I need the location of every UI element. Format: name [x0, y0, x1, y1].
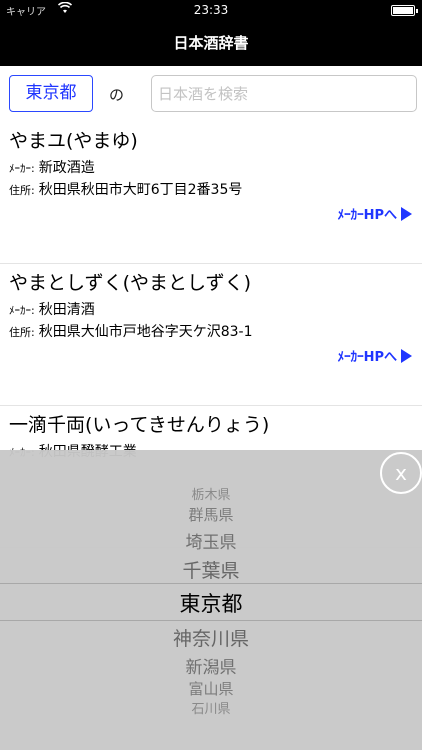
sake-name: やまユ(やまゆ) [9, 130, 138, 152]
address-label: 住所: [9, 184, 35, 197]
picker-option-selected[interactable]: 東京都 [0, 588, 422, 618]
address-label: 住所: [9, 326, 35, 339]
maker-value: 秋田清酒 [38, 302, 95, 318]
play-arrow-icon [401, 207, 412, 221]
search-input[interactable] [151, 75, 417, 112]
picker-selection-top-line [0, 583, 422, 584]
list-item[interactable]: やまユ(やまゆ) ﾒｰｶｰ: 新政酒造 住所: 秋田県秋田市大町6丁目2番35号 ﾒ… [0, 122, 422, 264]
picker-option[interactable]: 富山県 [0, 678, 422, 699]
prefecture-picker-panel: x 栃木県 群馬県 埼玉県 千葉県 東京都 神奈川県 新潟県 富山県 石川県 [0, 450, 422, 750]
maker-value: 新政酒造 [38, 160, 95, 176]
picker-option[interactable]: 千葉県 [0, 556, 422, 583]
address-row: 住所: 秋田県秋田市大町6丁目2番35号 [9, 179, 242, 199]
maker-hp-link-label: ﾒｰｶｰHPへ [337, 350, 397, 365]
maker-label: ﾒｰｶｰ: [9, 304, 35, 317]
page-title: 日本酒辞書 [173, 34, 249, 52]
maker-label: ﾒｰｶｰ: [9, 162, 35, 175]
connector-label: の [109, 86, 125, 104]
address-value: 秋田県大仙市戸地谷字天ケ沢83-1 [38, 324, 253, 340]
navigation-bar: 日本酒辞書 [0, 20, 422, 66]
play-arrow-icon [401, 349, 412, 363]
maker-hp-link[interactable]: ﾒｰｶｰHPへ [338, 204, 412, 223]
picker-option[interactable]: 神奈川県 [0, 624, 422, 651]
sake-name: 一滴千両(いってきせんりょう) [9, 414, 270, 436]
picker-option[interactable]: 栃木県 [0, 484, 422, 503]
maker-hp-link-label: ﾒｰｶｰHPへ [337, 208, 397, 223]
picker-option[interactable]: 石川県 [0, 698, 422, 717]
address-row: 住所: 秋田県大仙市戸地谷字天ケ沢83-1 [9, 321, 253, 341]
prefecture-select-button[interactable]: 東京都 [9, 75, 93, 112]
status-time: 23:33 [193, 3, 229, 17]
picker-option[interactable]: 群馬県 [0, 504, 422, 525]
battery-icon [391, 5, 418, 16]
prefecture-picker[interactable]: 栃木県 群馬県 埼玉県 千葉県 東京都 神奈川県 新潟県 富山県 石川県 [0, 480, 422, 730]
status-bar: キャリア 23:33 [0, 0, 422, 20]
search-row: 東京都 の [0, 66, 422, 122]
picker-selection-bottom-line [0, 620, 422, 621]
maker-row: ﾒｰｶｰ: 秋田清酒 [9, 299, 95, 319]
sake-name: やまとしずく(やまとしずく) [9, 272, 252, 294]
maker-row: ﾒｰｶｰ: 新政酒造 [9, 157, 95, 177]
picker-option[interactable]: 新潟県 [0, 653, 422, 678]
maker-hp-link[interactable]: ﾒｰｶｰHPへ [338, 346, 412, 365]
picker-option[interactable]: 埼玉県 [0, 528, 422, 553]
list-item[interactable]: やまとしずく(やまとしずく) ﾒｰｶｰ: 秋田清酒 住所: 秋田県大仙市戸地谷字天ケ… [0, 264, 422, 406]
address-value: 秋田県秋田市大町6丁目2番35号 [38, 182, 243, 198]
